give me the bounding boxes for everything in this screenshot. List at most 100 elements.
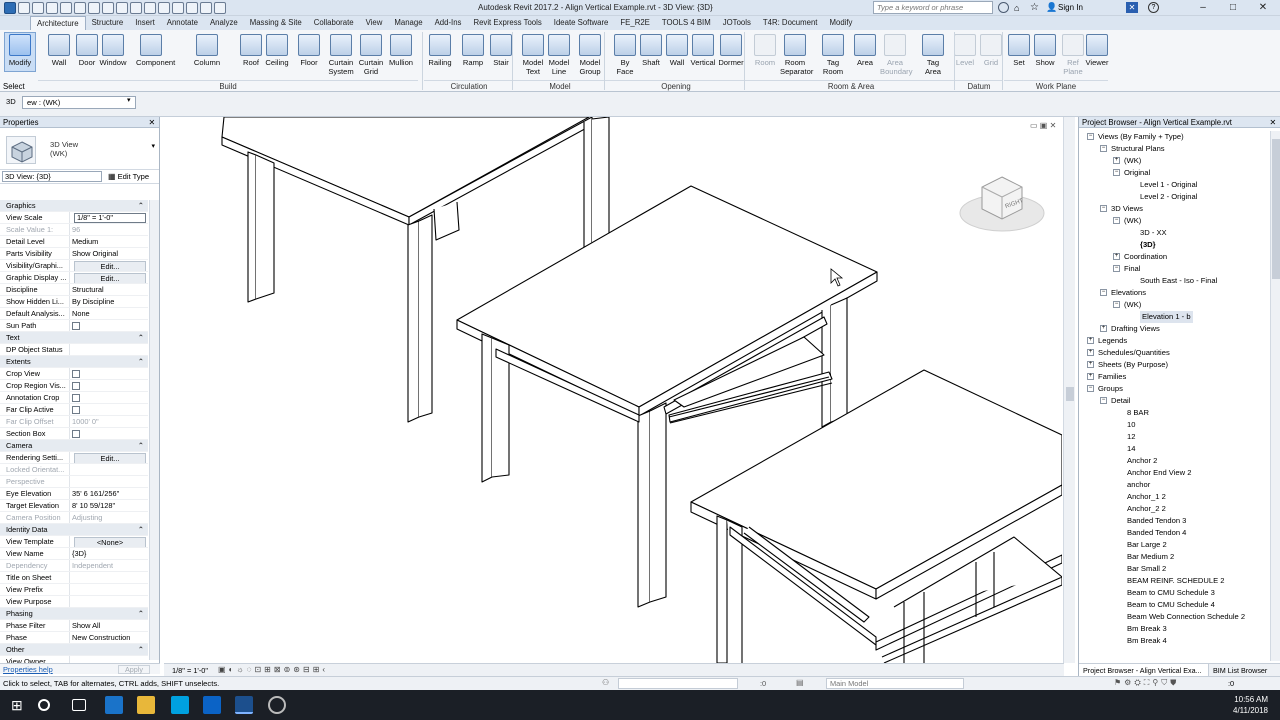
edit-button[interactable]: Edit...: [74, 261, 146, 271]
browser-tree-item[interactable]: Beam Web Connection Schedule 2: [1079, 611, 1269, 623]
properties-scrollbar[interactable]: [149, 200, 159, 660]
ribbon-panel-room-area[interactable]: Room & Area: [746, 80, 956, 92]
3d-view-canvas[interactable]: RIGHT ▭ ▣ ✕: [164, 117, 1062, 663]
collapse-icon[interactable]: −: [1113, 217, 1120, 224]
tab-insert[interactable]: Insert: [129, 16, 161, 30]
ribbon-button-floor[interactable]: Floor: [294, 34, 324, 67]
browser-tree-item[interactable]: − Detail: [1079, 395, 1269, 407]
browser-tree-item[interactable]: + Schedules/Quantities: [1079, 347, 1269, 359]
property-row[interactable]: Graphic Display ... Edit...: [0, 272, 148, 284]
expand-icon[interactable]: +: [1100, 325, 1107, 332]
dimension-icon[interactable]: [116, 2, 128, 14]
tab-collaborate[interactable]: Collaborate: [308, 16, 360, 30]
browser-tree-item[interactable]: − Views (By Family + Type): [1079, 131, 1269, 143]
apply-button[interactable]: Apply: [118, 665, 150, 674]
subscription-icon[interactable]: ⌂: [1014, 3, 1019, 13]
browser-tree-item[interactable]: Bm Break 4: [1079, 635, 1269, 647]
browser-tree-item[interactable]: Anchor 2: [1079, 455, 1269, 467]
property-value[interactable]: [70, 392, 148, 403]
property-value[interactable]: [70, 584, 148, 595]
property-row[interactable]: Title on Sheet: [0, 572, 148, 584]
ribbon-panel-build[interactable]: Build: [38, 80, 418, 92]
property-row[interactable]: Annotation Crop: [0, 392, 148, 404]
collapse-icon[interactable]: −: [1087, 133, 1094, 140]
collapse-icon[interactable]: ⌃: [138, 644, 148, 655]
switch-windows-icon[interactable]: [214, 2, 226, 14]
browser-tree-item[interactable]: + Coordination: [1079, 251, 1269, 263]
property-value[interactable]: [70, 368, 148, 379]
browser-tree-item[interactable]: BEAM REINF. SCHEDULE 2: [1079, 575, 1269, 587]
browser-tree-item[interactable]: + Families: [1079, 371, 1269, 383]
ribbon-button-tag-area[interactable]: Tag Area: [918, 34, 948, 76]
browser-tree-item[interactable]: anchor: [1079, 479, 1269, 491]
property-value-text[interactable]: 1/8" = 1'-0": [74, 213, 146, 223]
collapse-icon[interactable]: ⌃: [138, 608, 148, 619]
tab-t4r-document[interactable]: T4R: Document: [757, 16, 824, 30]
property-row[interactable]: Phase New Construction: [0, 632, 148, 644]
browser-tree-item[interactable]: + Sheets (By Purpose): [1079, 359, 1269, 371]
property-value[interactable]: 35' 6 161/256": [70, 488, 148, 499]
property-section[interactable]: Phasing ⌃: [0, 608, 148, 620]
tab-modify[interactable]: Modify: [823, 16, 858, 30]
ribbon-button-column[interactable]: Column: [192, 34, 222, 67]
expand-icon[interactable]: +: [1113, 253, 1120, 260]
collapse-icon[interactable]: ⌃: [138, 524, 148, 535]
ribbon-button-ceiling[interactable]: Ceiling: [262, 34, 292, 67]
browser-tree-item[interactable]: Bm Break 3: [1079, 623, 1269, 635]
property-value[interactable]: [70, 596, 148, 607]
cortana-icon[interactable]: [38, 699, 50, 711]
ribbon-panel-opening[interactable]: Opening: [606, 80, 746, 92]
ribbon-button-area-boundary[interactable]: Area Boundary: [880, 34, 913, 76]
tab-view[interactable]: View: [360, 16, 389, 30]
property-section[interactable]: Camera ⌃: [0, 440, 148, 452]
revit-taskbar-icon[interactable]: [235, 696, 253, 714]
property-row[interactable]: Target Elevation 8' 10 59/128": [0, 500, 148, 512]
instance-filter-dropdown[interactable]: 3D View: {3D}: [2, 171, 102, 182]
property-row[interactable]: Show Hidden Li... By Discipline: [0, 296, 148, 308]
worksets-icon[interactable]: ⚇: [602, 678, 609, 687]
collapse-icon[interactable]: −: [1100, 397, 1107, 404]
property-row[interactable]: Section Box: [0, 428, 148, 440]
property-row[interactable]: Eye Elevation 35' 6 161/256": [0, 488, 148, 500]
select-dropdown[interactable]: Select: [3, 82, 25, 91]
property-row[interactable]: Far Clip Offset 1000' 0": [0, 416, 148, 428]
collapse-icon[interactable]: −: [1100, 205, 1107, 212]
property-row[interactable]: View Purpose: [0, 596, 148, 608]
property-value[interactable]: <None>: [70, 536, 148, 547]
tag-icon[interactable]: [130, 2, 142, 14]
browser-tree-item[interactable]: Level 1 - Original: [1079, 179, 1269, 191]
property-section[interactable]: Identity Data ⌃: [0, 524, 148, 536]
browser-tree-item[interactable]: South East - Iso - Final: [1079, 275, 1269, 287]
property-row[interactable]: Detail Level Medium: [0, 236, 148, 248]
collapse-icon[interactable]: −: [1113, 265, 1120, 272]
property-section[interactable]: Other ⌃: [0, 644, 148, 656]
chevron-down-icon[interactable]: ▾: [127, 96, 131, 104]
property-checkbox[interactable]: [72, 406, 80, 414]
tab-revit-express-tools[interactable]: Revit Express Tools: [467, 16, 547, 30]
property-value[interactable]: Medium: [70, 236, 148, 247]
property-value[interactable]: [70, 572, 148, 583]
tab-analyze[interactable]: Analyze: [204, 16, 244, 30]
minimize-button[interactable]: –: [1188, 0, 1218, 16]
help-icon[interactable]: ?: [1148, 2, 1159, 13]
ribbon-button-dormer[interactable]: Dormer: [716, 34, 746, 67]
save-icon[interactable]: [32, 2, 44, 14]
skype-icon[interactable]: [171, 696, 189, 714]
property-row[interactable]: Scale Value 1: 96: [0, 224, 148, 236]
property-value[interactable]: By Discipline: [70, 296, 148, 307]
thin-lines-icon[interactable]: [186, 2, 198, 14]
expand-icon[interactable]: +: [1113, 157, 1120, 164]
browser-tree-item[interactable]: + (WK): [1079, 155, 1269, 167]
property-value[interactable]: Edit...: [70, 272, 148, 283]
collapse-icon[interactable]: ⌃: [138, 200, 148, 211]
ribbon-button-room[interactable]: Room: [750, 34, 780, 67]
property-row[interactable]: Perspective: [0, 476, 148, 488]
property-row[interactable]: View Name {3D}: [0, 548, 148, 560]
collapse-icon[interactable]: ⌃: [138, 440, 148, 451]
property-section[interactable]: Extents ⌃: [0, 356, 148, 368]
view-window-controls[interactable]: ▭ ▣ ✕: [1030, 121, 1056, 130]
property-checkbox[interactable]: [72, 370, 80, 378]
view-cube[interactable]: RIGHT: [959, 175, 1045, 235]
ribbon-button-model-group[interactable]: Model Group: [575, 34, 605, 76]
view-scale-control[interactable]: 1/8" = 1'-0": [172, 666, 208, 675]
